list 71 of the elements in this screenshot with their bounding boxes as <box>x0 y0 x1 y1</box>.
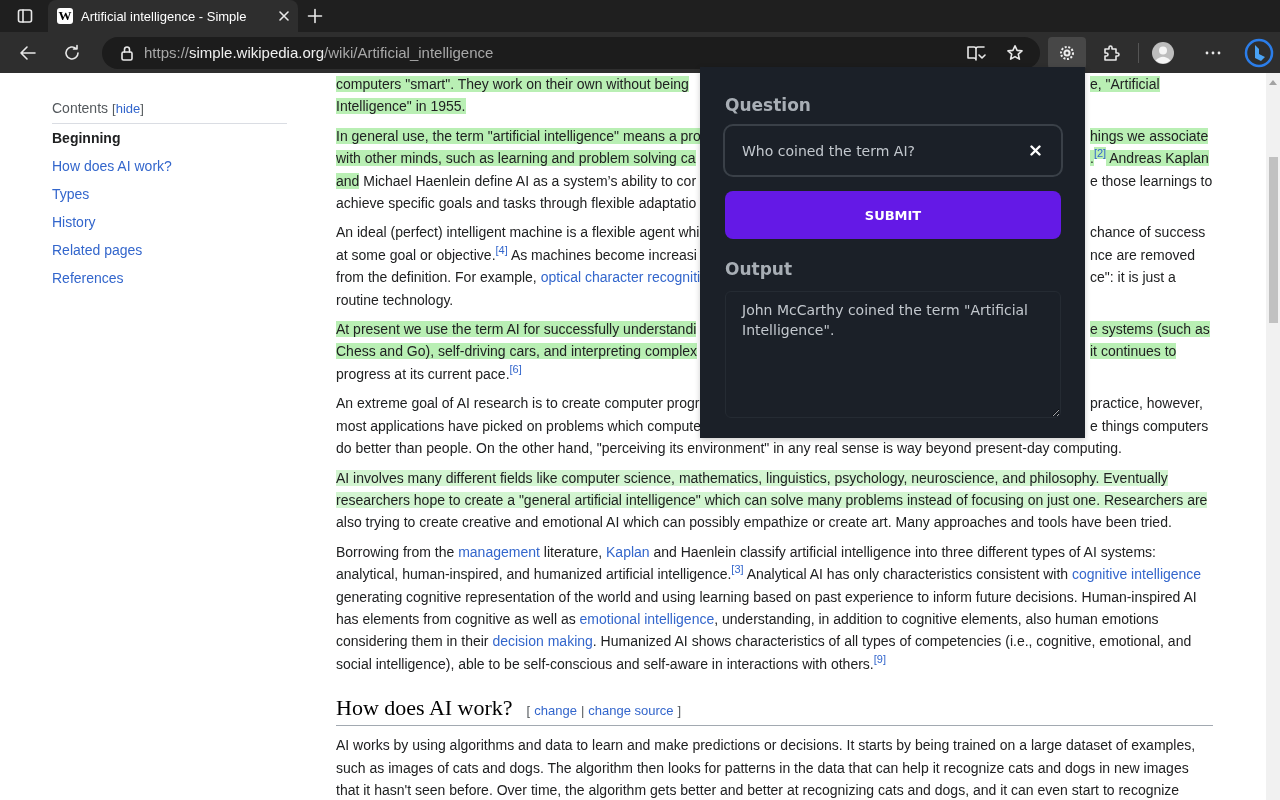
text-line: do better than people. On the other hand, "perceiving its environment" in any real sense is way beyond present-day computing. <box>336 439 1122 459</box>
star-icon[interactable] <box>1006 43 1024 62</box>
link[interactable]: cognitive intelligence <box>1071 566 1202 583</box>
contents-item[interactable]: History <box>52 208 287 236</box>
text-line: practice, however, <box>1089 394 1204 414</box>
link[interactable]: management <box>458 543 540 560</box>
submit-button[interactable]: SUBMIT <box>725 191 1061 239</box>
puzzle-icon[interactable] <box>1102 43 1120 62</box>
text-line: achieve specific goals and tasks through flexible adaptatio <box>336 194 697 214</box>
link[interactable]: emotional intelligence <box>579 610 715 627</box>
back-icon[interactable] <box>19 44 37 61</box>
reader-view-icon[interactable] <box>966 43 986 62</box>
scrollbar[interactable] <box>1266 73 1280 800</box>
text-line: An extreme goal of AI research is to create computer progr <box>336 394 700 414</box>
text-line: ce": it is just a <box>1089 268 1177 288</box>
plus-icon[interactable] <box>307 8 323 24</box>
url-text: https://simple.wikipedia.org/wiki/Artificial_intelligence <box>144 44 494 61</box>
gear-icon <box>1058 43 1076 62</box>
edit-link[interactable]: change <box>534 700 577 723</box>
paragraph: AI involves many different fields like computer science, mathematics, linguistics, psychology, neuroscience, and philosophy. Eventually researchers hope to create a "general artificial intelligence" which can solve many problems instead of focusing on just one. Researchers are also trying to create creative and emotional AI which can possibly empathize or create art. Many approaches and tools have been tried. <box>336 468 1209 533</box>
contents-item[interactable]: Related pages <box>52 236 287 264</box>
question-label: Question <box>724 94 812 117</box>
paragraph: AI works by using algorithms and data to learn and make predictions or decisions. It starts by being trained on a large dataset of examples, such as images of cats and dogs. The algorithm then looks for patterns in the data that can help it recognize cats and dogs in new images that it hasn't seen before. Over time, the algorithm gets better and better at recognizing cats and dogs, and it can even start to recognize <box>336 736 1197 800</box>
copilot-logo-icon[interactable] <box>1244 37 1274 68</box>
close-icon <box>1030 145 1041 156</box>
link[interactable]: Kaplan <box>606 543 650 560</box>
lock-icon[interactable] <box>120 44 134 61</box>
question-field[interactable]: Who coined the term AI? <box>723 124 1063 177</box>
reference-link[interactable]: [9] <box>873 652 886 665</box>
address-bar[interactable]: https://simple.wikipedia.org/wiki/Artificial_intelligence <box>102 36 1040 69</box>
wikipedia-favicon: W <box>57 8 73 24</box>
link[interactable]: optical character recogniti <box>540 269 701 286</box>
link[interactable]: decision making <box>492 633 593 650</box>
reference-link[interactable]: [4] <box>495 243 508 256</box>
output-field[interactable]: John McCarthy coined the term "Artificial Intelligence". <box>725 291 1061 418</box>
text-line: nce are removed <box>1089 245 1197 265</box>
bracket: [ <box>526 702 531 721</box>
text-line: and Michael Haenlein define AI as a system’s ability to cor <box>336 171 698 191</box>
hide-toggle[interactable]: [hide] <box>112 101 144 116</box>
contents-title: Contents <box>52 100 109 116</box>
text-line: chance of success <box>1089 223 1207 243</box>
contents-item[interactable]: References <box>52 264 287 292</box>
contents-item[interactable]: Types <box>52 180 287 208</box>
contents-item[interactable]: Beginning <box>52 124 287 152</box>
section-heading: How does AI work? <box>336 694 513 723</box>
text-line: e things computers <box>1089 416 1210 436</box>
avatar-icon[interactable] <box>1152 41 1174 64</box>
text-line: most applications have picked on problems which compute <box>336 416 700 436</box>
more-icon[interactable] <box>1205 50 1221 55</box>
text-line: routine technology. <box>336 290 454 310</box>
clear-button[interactable] <box>1028 143 1043 158</box>
text-line: An ideal (perfect) intelligent machine is a flexible agent whi <box>336 223 700 243</box>
reference-link[interactable]: [3] <box>731 563 744 576</box>
contents-item[interactable]: How does AI work? <box>52 152 287 180</box>
edit-link[interactable]: change source <box>588 700 674 723</box>
refresh-icon[interactable] <box>63 43 81 62</box>
output-label: Output <box>724 258 794 281</box>
text-line: .$^{[2]}$ Andreas Kaplan <box>1089 147 1210 169</box>
extension-button[interactable] <box>1048 36 1086 69</box>
paragraph: Borrowing from the management literature, Kaplan and Haenlein classify artificial intelligence into three different types of AI systems: analytical, human-inspired, and humanized artificial intelligence.$^{[3]}$ Analytical AI has only characteristics consistent with cognitive intelligence generating cognitive representation of the world and using learning based on past experience to inform future decisions. Human-inspired AI has elements from cognitive as well as emotional intelligence, understanding, in addition to cognitive elements, also human emotions considering them in their decision making. Humanized AI shows characteristics of all types of competencies (i.e., cognitive, emotional, and social intelligence), able to be self-conscious and self-aware in interactions with others.$^{[9]}$ <box>336 542 1203 674</box>
close-icon[interactable] <box>278 10 290 22</box>
browser-tab[interactable]: W Artificial intelligence - Simple <box>48 0 298 32</box>
sidebar-toggle-icon[interactable] <box>17 8 33 24</box>
text-line: progress at its current pace.$^{[6]}$ <box>336 362 522 384</box>
text-line: at some goal or objective.$^{[4]}$ As machines become increasi <box>336 243 698 265</box>
separator: | <box>580 702 585 721</box>
bracket: ] <box>677 702 682 721</box>
text-line: from the definition. For example, optical character recogniti <box>336 268 700 288</box>
reference-link[interactable]: [6] <box>509 362 522 375</box>
tab-title: Artificial intelligence - Simple <box>81 8 248 24</box>
text-line: e those learnings to <box>1089 171 1213 191</box>
